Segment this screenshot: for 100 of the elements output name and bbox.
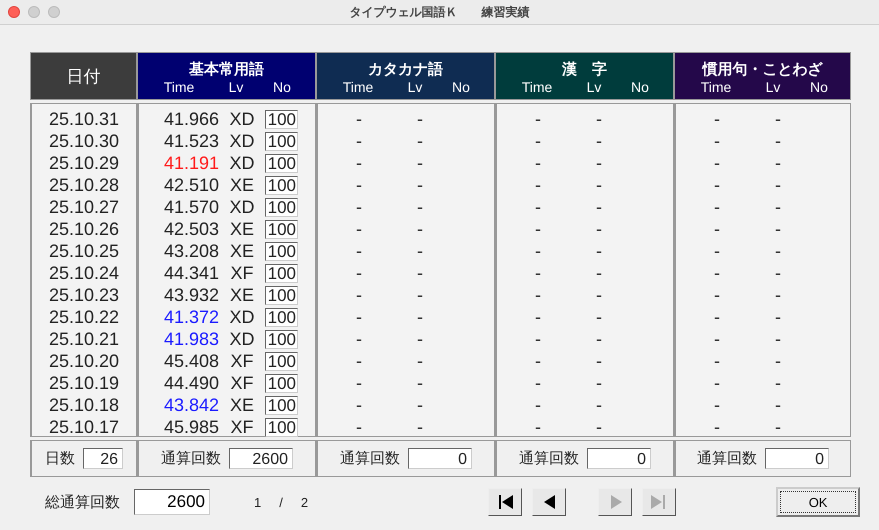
count-field: 100 [265, 110, 298, 128]
level-cell-text: - [774, 218, 782, 240]
time-cell-text: - [713, 240, 721, 262]
time-cell-text: - [713, 152, 721, 174]
time-cell-text: - [713, 130, 721, 152]
level-cell-text: - [774, 130, 782, 152]
time-cell-text: - [713, 306, 721, 328]
level-cell-text: - [595, 416, 603, 438]
time-cell-text: - [534, 416, 542, 438]
time-cell-text: 45.408 [162, 350, 219, 372]
time-cell-text: - [713, 394, 721, 416]
count-field: 100 [265, 264, 298, 282]
level-cell-text: - [416, 174, 424, 196]
level-cell-text: - [416, 350, 424, 372]
date-cell-text: 25.10.26 [48, 218, 120, 240]
level-cell-text: - [416, 130, 424, 152]
level-cell-text: - [774, 240, 782, 262]
level-cell-text: - [595, 174, 603, 196]
date-cell-text: 25.10.31 [48, 108, 120, 130]
date-cell-text: 25.10.18 [48, 394, 120, 416]
count-field: 100 [265, 286, 298, 304]
time-cell-text: - [713, 108, 721, 130]
time-cell-text: 41.983 [162, 328, 219, 350]
level-cell-text: - [416, 196, 424, 218]
total-count-field: 0 [587, 448, 651, 469]
level-cell-text: XE [228, 218, 255, 240]
date-cell-text: 25.10.17 [48, 416, 120, 438]
time-cell-text: - [534, 152, 542, 174]
level-cell-text: - [774, 284, 782, 306]
days-label: 日数 [45, 449, 75, 468]
total-count-field: 0 [408, 448, 472, 469]
subheader-label: No [272, 78, 292, 94]
level-cell-text: XD [228, 328, 256, 350]
level-cell-text: - [595, 262, 603, 284]
level-cell-text: - [595, 130, 603, 152]
level-cell-text: XE [228, 284, 255, 306]
close-button[interactable] [8, 6, 20, 18]
category-title: 漢 字 [562, 60, 607, 78]
time-cell-text: - [713, 350, 721, 372]
count-field: 100 [265, 418, 298, 436]
time-cell-text: - [355, 416, 363, 438]
prev-page-button[interactable] [532, 488, 566, 516]
time-cell-text: - [713, 262, 721, 284]
total-count-label: 通算回数 [161, 449, 221, 468]
time-cell-text: - [355, 108, 363, 130]
subheader-label: Lv [764, 78, 782, 94]
category-title: 基本常用語 [189, 60, 264, 78]
level-cell-text: - [595, 240, 603, 262]
time-cell-text: 44.341 [162, 262, 219, 284]
level-cell-text: - [774, 262, 782, 284]
time-cell-text: - [355, 284, 363, 306]
level-cell-text: XE [228, 174, 255, 196]
date-cell-text: 25.10.23 [48, 284, 120, 306]
total-count-label: 通算回数 [519, 449, 579, 468]
level-cell-text: XE [228, 240, 255, 262]
subheader-label: Time [520, 78, 554, 94]
count-field: 100 [265, 330, 298, 348]
time-cell-text: - [355, 174, 363, 196]
count-field: 100 [265, 132, 298, 150]
page-separator: / [279, 494, 283, 510]
level-cell-text: - [774, 394, 782, 416]
level-cell-text: - [774, 416, 782, 438]
time-cell-text: 44.490 [162, 372, 219, 394]
level-cell-text: - [595, 306, 603, 328]
time-cell-text: - [355, 240, 363, 262]
level-cell-text: - [774, 306, 782, 328]
subheader-label: No [451, 78, 471, 94]
subheader-label: Lv [586, 78, 602, 94]
date-cell-text: 25.10.25 [48, 240, 120, 262]
first-page-button[interactable] [488, 488, 522, 516]
ok-button[interactable]: OK [776, 487, 860, 517]
time-cell-text: - [534, 130, 542, 152]
level-cell-text: - [416, 218, 424, 240]
total-count-field: 0 [765, 448, 829, 469]
time-cell-text: 42.510 [162, 174, 219, 196]
time-cell-text: - [534, 196, 542, 218]
level-cell-text: XF [229, 350, 254, 372]
column-header: 日付 [30, 52, 137, 100]
subheader-label: No [630, 78, 650, 94]
time-cell-text: - [355, 328, 363, 350]
level-cell-text: - [595, 328, 603, 350]
level-cell-text: XD [228, 152, 256, 174]
count-field: 100 [265, 220, 298, 238]
subheader-label: No [809, 78, 829, 94]
time-cell-text: - [355, 372, 363, 394]
count-field: 100 [265, 176, 298, 194]
level-cell-text: XD [228, 130, 256, 152]
level-cell-text: XF [229, 372, 254, 394]
category-title: 慣用句・ことわざ [702, 60, 822, 78]
level-cell-text: - [416, 152, 424, 174]
level-cell-text: - [774, 108, 782, 130]
count-field: 100 [265, 352, 298, 370]
level-cell-text: - [416, 262, 424, 284]
time-cell-text: - [355, 394, 363, 416]
time-cell-text: - [355, 350, 363, 372]
date-cell-text: 25.10.22 [48, 306, 120, 328]
skip-icon [496, 493, 514, 511]
level-cell-text: - [774, 350, 782, 372]
subheader-label: Lv [228, 78, 244, 94]
time-cell-text: 43.842 [162, 394, 219, 416]
